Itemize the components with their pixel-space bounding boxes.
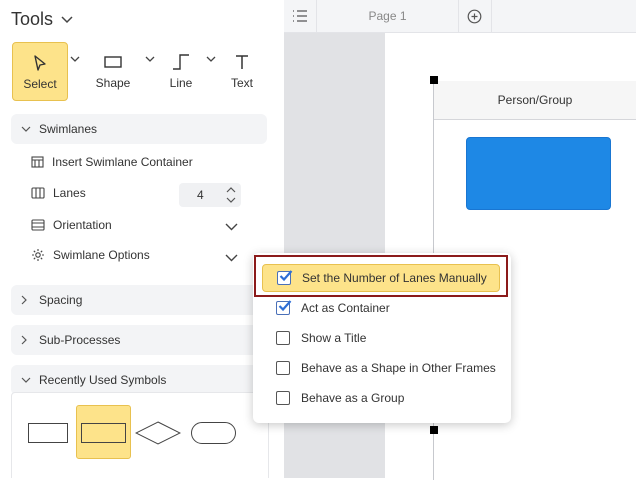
rectangle-symbol-selected[interactable]	[76, 405, 131, 459]
stepper-up-icon[interactable]	[226, 186, 236, 193]
lanes-label: Lanes	[53, 186, 86, 200]
lanes-item: Lanes	[31, 183, 86, 203]
swimlane-options-label: Swimlane Options	[53, 248, 150, 262]
swimlane-header-label: Person/Group	[497, 93, 573, 107]
checkbox-unchecked-icon[interactable]	[276, 361, 290, 375]
chevron-right-icon	[21, 295, 27, 305]
stepper-down-icon[interactable]	[226, 197, 236, 204]
select-tool-label: Select	[23, 77, 57, 91]
page-tab[interactable]: Page 1	[316, 0, 459, 32]
rectangle-symbol[interactable]	[28, 423, 68, 443]
line-tool-button[interactable]: Line	[153, 42, 209, 101]
shape-tool-button[interactable]: Shape	[85, 42, 141, 101]
tools-title[interactable]: Tools	[11, 9, 73, 30]
gear-icon	[32, 249, 44, 261]
select-tool-caret[interactable]	[70, 50, 80, 68]
tools-panel: Tools Select Shape Line Text Swimlanes I…	[0, 0, 284, 478]
terminator-symbol[interactable]	[191, 422, 236, 444]
tools-title-text: Tools	[11, 9, 54, 29]
swimlane-options-chevron[interactable]	[225, 249, 238, 267]
swimlanes-section-header[interactable]: Swimlanes	[11, 114, 267, 144]
spacing-section-label: Spacing	[39, 293, 83, 307]
swimlane-header[interactable]: Person/Group	[434, 81, 636, 120]
chevron-right-icon	[21, 335, 27, 345]
orientation-label: Orientation	[53, 218, 112, 232]
lanes-stepper[interactable]: 4	[179, 183, 241, 207]
text-tool-label: Text	[230, 76, 253, 90]
checkbox-unchecked-icon[interactable]	[276, 391, 290, 405]
menu-item-label: Act as Container	[301, 301, 390, 315]
chevron-down-icon	[225, 254, 238, 262]
orientation-icon	[31, 219, 45, 231]
menu-item-label: Behave as a Shape in Other Frames	[301, 361, 496, 375]
page-tab-label: Page 1	[368, 9, 407, 23]
menu-item-label: Behave as a Group	[301, 391, 405, 405]
checkbox-checked-icon[interactable]	[276, 300, 292, 315]
recently-used-section-label: Recently Used Symbols	[39, 373, 167, 387]
chevron-down-icon	[21, 377, 31, 383]
spacing-section-header[interactable]: Spacing	[11, 285, 267, 315]
add-page-button[interactable]	[457, 0, 492, 32]
chevron-down-icon	[225, 223, 238, 231]
line-tool-label: Line	[169, 76, 193, 90]
resize-handle-bottom-left[interactable]	[430, 426, 438, 434]
process-shape[interactable]	[466, 137, 611, 210]
lanes-value[interactable]: 4	[197, 188, 204, 202]
checkbox-unchecked-icon[interactable]	[276, 331, 290, 345]
orientation-dropdown-chevron[interactable]	[225, 218, 238, 236]
text-icon	[236, 55, 248, 69]
insert-swimlane-container-label: Insert Swimlane Container	[52, 155, 193, 169]
menu-item-behave-as-shape[interactable]: Behave as a Shape in Other Frames	[262, 354, 500, 382]
plus-circle-icon	[467, 9, 481, 23]
menu-item-label: Show a Title	[301, 331, 367, 345]
select-tool-button[interactable]: Select	[12, 42, 68, 101]
sub-processes-section-header[interactable]: Sub-Processes	[11, 325, 267, 355]
list-icon	[293, 10, 307, 22]
swimlane-options-item[interactable]: Swimlane Options	[31, 245, 150, 265]
swimlanes-section-label: Swimlanes	[39, 122, 98, 136]
menu-item-act-as-container[interactable]: Act as Container	[262, 294, 500, 322]
insert-swimlane-container-item[interactable]: Insert Swimlane Container	[31, 152, 193, 172]
line-icon	[173, 54, 189, 70]
text-tool-button[interactable]: Text	[214, 42, 270, 101]
diamond-symbol[interactable]	[135, 421, 181, 445]
rectangle-icon	[104, 56, 122, 68]
shape-tool-label: Shape	[95, 76, 131, 90]
chevron-down-icon	[21, 126, 31, 132]
sub-processes-section-label: Sub-Processes	[39, 333, 121, 347]
lanes-icon	[31, 187, 45, 199]
chevron-down-icon	[61, 15, 73, 23]
orientation-item[interactable]: Orientation	[31, 215, 112, 235]
annotation-highlight-box	[254, 255, 508, 297]
menu-item-show-title[interactable]: Show a Title	[262, 324, 500, 352]
menu-item-behave-as-group[interactable]: Behave as a Group	[262, 384, 500, 412]
swimlane-grid-icon	[31, 156, 44, 168]
resize-handle-top-left[interactable]	[430, 76, 438, 84]
chevron-down-icon	[70, 56, 80, 62]
rectangle-symbol-shape	[81, 423, 126, 443]
recently-used-section-header[interactable]: Recently Used Symbols	[11, 365, 267, 395]
cursor-icon	[34, 55, 46, 71]
page-list-button[interactable]	[290, 6, 310, 26]
